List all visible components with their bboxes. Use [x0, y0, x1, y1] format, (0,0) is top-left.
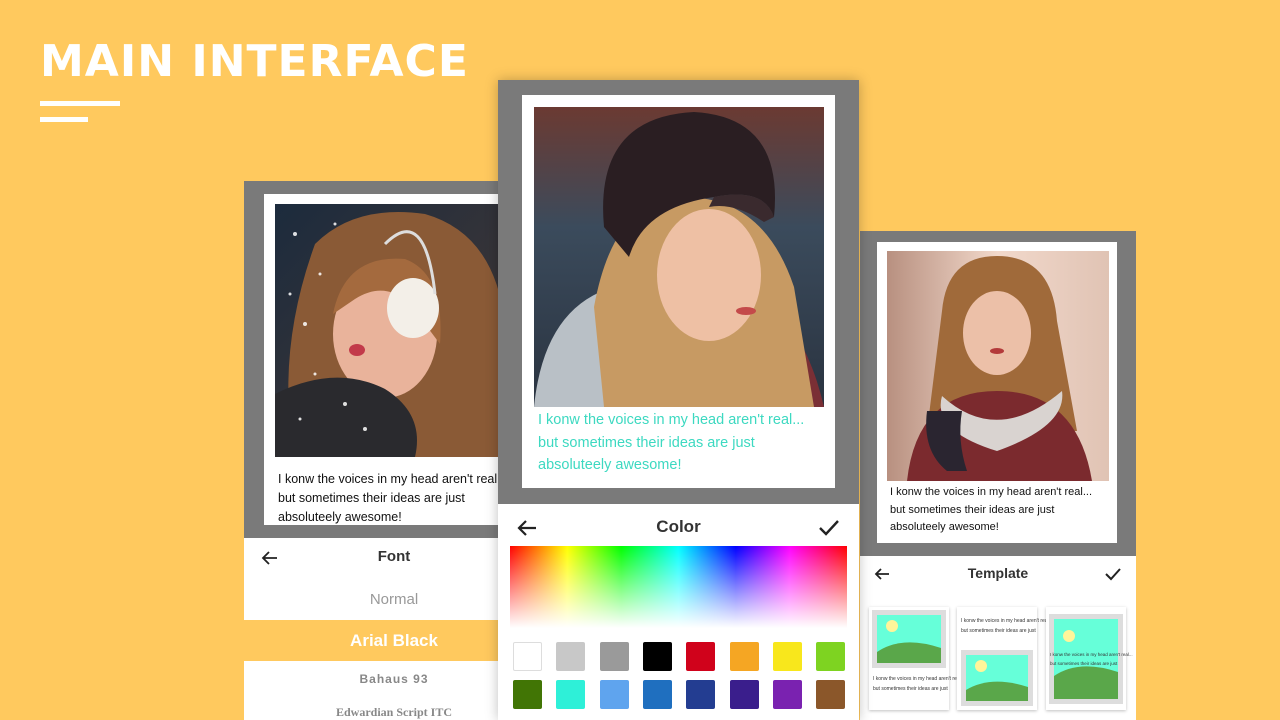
caption-line-3: absoluteely awesome! [538, 457, 682, 473]
panel-title: Template [967, 565, 1029, 581]
template-option-side-text[interactable]: I konw the voices in my head aren't real… [1046, 607, 1133, 710]
color-swatch[interactable] [686, 680, 716, 709]
color-swatch[interactable] [599, 642, 629, 671]
color-swatch[interactable] [772, 642, 802, 671]
template-option-text-top[interactable]: I konw the voices in my head aren't real… [957, 607, 1053, 710]
template-text: I konw the voices in my head aren't real… [873, 674, 965, 694]
caption-line-3: absoluteely awesome! [278, 510, 402, 524]
color-swatch[interactable] [816, 680, 846, 709]
color-swatch[interactable] [642, 680, 672, 709]
color-spectrum-picker[interactable] [510, 546, 847, 628]
caption-line-1: I konw the voices in my head aren't real… [538, 412, 805, 428]
caption-line-1: I konw the voices in my head aren't real… [890, 486, 1093, 498]
template-image-placeholder [872, 610, 946, 668]
template-image-placeholder [961, 650, 1033, 706]
color-swatch[interactable] [816, 642, 846, 671]
photo-caption: I konw the voices in my head aren't real… [890, 484, 1112, 537]
template-text: I konw the voices in my head aren't real… [1050, 650, 1133, 668]
color-swatch[interactable] [556, 642, 586, 671]
caption-line-2: but sometimes their ideas are just [538, 434, 755, 451]
caption-line-3: absoluteely awesome! [890, 521, 999, 533]
photo-girl-earmuffs [275, 204, 524, 457]
page-headline: MAIN INTERFACE [40, 36, 469, 87]
caption-line-2: but sometimes their ideas are just [278, 491, 465, 505]
headline-underline-long [40, 101, 120, 106]
color-swatch[interactable] [642, 642, 672, 671]
color-swatch[interactable] [772, 680, 802, 709]
color-swatch[interactable] [513, 642, 542, 671]
template-text: I konw the voices in my head aren't real… [961, 616, 1053, 636]
polaroid-card: I konw the voices in my head aren't real… [264, 194, 524, 525]
template-text-line-1: I konw the voices in my head aren't real… [873, 676, 965, 682]
check-icon[interactable] [1104, 565, 1122, 583]
photo-caption: I konw the voices in my head aren't real… [278, 470, 524, 527]
color-panel: Color [498, 504, 859, 720]
check-icon[interactable] [818, 517, 840, 539]
photo-girl-beanie [534, 107, 824, 407]
photo-caption: I konw the voices in my head aren't real… [538, 409, 828, 477]
polaroid-card: I konw the voices in my head aren't real… [522, 95, 835, 488]
color-swatch[interactable] [513, 680, 542, 709]
template-text-line-2: but sometimes their ideas are just [873, 686, 948, 692]
color-swatch[interactable] [729, 680, 759, 709]
template-option-photo-top[interactable]: I konw the voices in my head aren't real… [869, 607, 965, 710]
caption-line-1: I konw the voices in my head aren't real… [278, 472, 508, 486]
caption-line-2: but sometimes their ideas are just [890, 503, 1055, 516]
color-swatch[interactable] [556, 680, 586, 709]
polaroid-card: I konw the voices in my head aren't real… [877, 242, 1117, 543]
template-text-line-2: but sometimes their ideas are just [961, 628, 1036, 634]
phone-color-screen: I konw the voices in my head aren't real… [498, 80, 859, 720]
template-text-line-2: but sometimes their ideas are just [1050, 661, 1118, 666]
color-swatch[interactable] [686, 642, 716, 671]
panel-title: Color [656, 517, 701, 536]
headline-underline-short [40, 117, 88, 122]
color-swatch[interactable] [729, 642, 759, 671]
template-text-line-1: I konw the voices in my head aren't real… [961, 618, 1053, 624]
color-swatch[interactable] [599, 680, 629, 709]
template-panel: Template I konw the voices in my head ar… [860, 556, 1136, 720]
template-text-line-1: I konw the voices in my head aren't real… [1050, 652, 1133, 657]
phone-template-screen: I konw the voices in my head aren't real… [860, 231, 1136, 720]
photo-girl-scarf [887, 251, 1109, 481]
